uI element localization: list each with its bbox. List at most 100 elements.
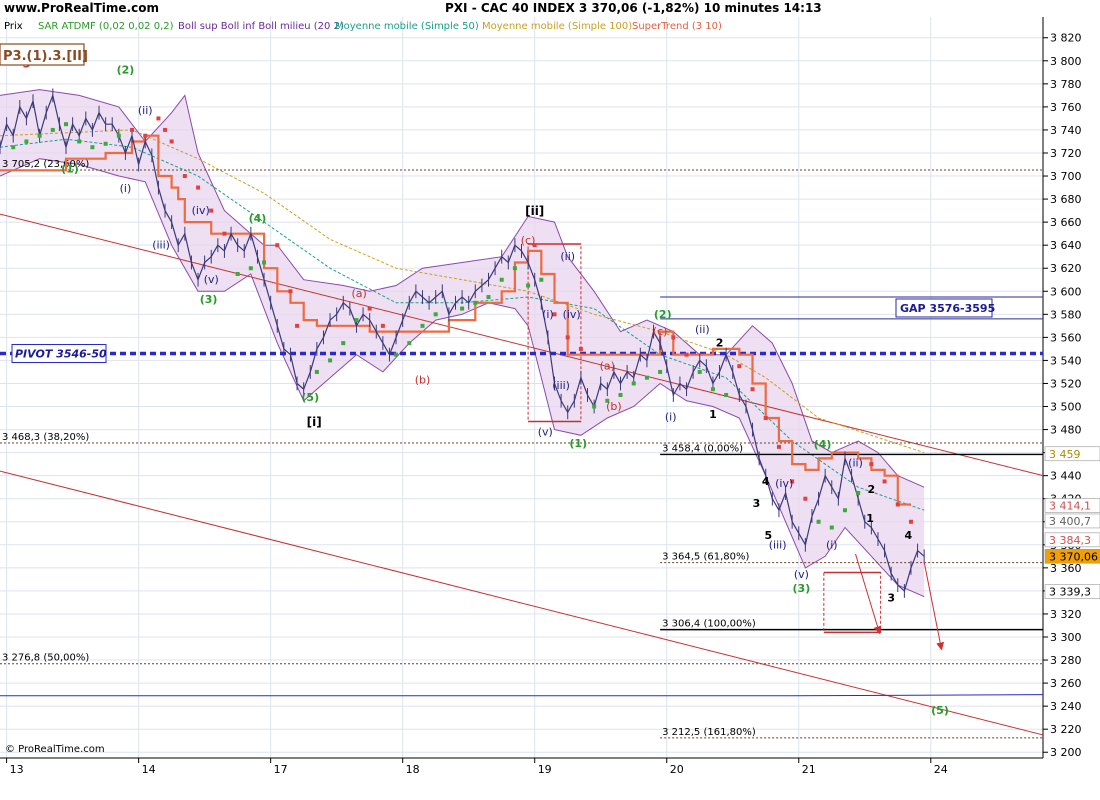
fib-level-label: 3 212,5 (161,80%) (662, 727, 756, 738)
sar-dot (895, 502, 900, 507)
fib-level-label: 3 306,4 (100,00%) (662, 619, 756, 630)
y-tick-label: 3 620 (1050, 262, 1082, 275)
sar-dot (592, 404, 597, 409)
y-tick-label: 3 800 (1050, 55, 1082, 68)
legend-prix: Prix (4, 21, 23, 32)
wave-label: (a) (351, 287, 366, 300)
y-tick-label: 3 820 (1050, 32, 1082, 45)
wave-label: [ii] (525, 204, 544, 218)
sar-dot (156, 116, 161, 121)
chart-legend: Prix SAR ATDMF (0,02 0,02 0,2) Boll sup Bo… (4, 21, 722, 32)
site-name: www.ProRealTime.com (4, 1, 159, 15)
sar-dot (710, 387, 715, 392)
sar-dot (143, 133, 148, 138)
sar-dot (486, 295, 491, 300)
price-tag-label: 3 414,1 (1049, 500, 1091, 513)
fib-level-label: 3 276,8 (50,00%) (2, 653, 89, 664)
x-tick-label: 13 (10, 763, 24, 776)
sar-dot (618, 392, 623, 397)
x-tick-label: 17 (274, 763, 288, 776)
y-tick-label: 3 200 (1050, 746, 1082, 759)
wave-label: 4 (762, 475, 770, 488)
y-tick-label: 3 240 (1050, 700, 1082, 713)
sar-dot (882, 479, 887, 484)
sar-dot (407, 341, 412, 346)
wave-label: (i) (826, 538, 838, 551)
sar-dot (24, 139, 29, 144)
sar-dot (328, 358, 333, 363)
wave-label: 3 (753, 497, 761, 510)
y-tick-label: 3 680 (1050, 193, 1082, 206)
fib-level-label: 3 468,3 (38,20%) (2, 432, 89, 443)
x-tick-label: 20 (670, 763, 684, 776)
sar-dot (37, 133, 42, 138)
y-tick-label: 3 660 (1050, 216, 1082, 229)
sar-dot (460, 306, 465, 311)
x-tick-label: 24 (934, 763, 948, 776)
legend-item: Moyenne mobile (Simple 50) (335, 21, 479, 32)
legend-item: SAR ATDMF (0,02 0,02 0,2) (38, 21, 174, 32)
sar-dot (908, 519, 913, 524)
wave-label: (ii) (695, 323, 710, 336)
price-chart[interactable]: 3 2003 2203 2403 2603 2803 3003 3203 340… (0, 17, 1100, 800)
wave-label: 2 (716, 337, 724, 350)
sar-dot (11, 145, 16, 150)
y-tick-label: 3 220 (1050, 723, 1082, 736)
x-tick-label: 21 (802, 763, 816, 776)
y-tick-label: 3 440 (1050, 470, 1082, 483)
y-tick-label: 3 500 (1050, 401, 1082, 414)
wave-label: (v) (538, 425, 553, 438)
wave-label: (iii) (152, 239, 170, 252)
sar-dot (235, 271, 240, 276)
sar-dot (526, 283, 531, 288)
sar-dot (803, 496, 808, 501)
wave-label: (b) (606, 400, 622, 413)
sar-dot (644, 375, 649, 380)
sar-dot (77, 139, 82, 144)
sar-dot (420, 323, 425, 328)
sar-dot (341, 341, 346, 346)
sar-dot (816, 519, 821, 524)
wave-label: (2) (117, 63, 135, 76)
y-tick-label: 3 320 (1050, 608, 1082, 621)
sar-dot (90, 145, 95, 150)
wave-label: 1 (866, 512, 874, 525)
price-tag-label: 3 384,3 (1049, 534, 1091, 547)
legend-item: Moyenne mobile (Simple 100) (482, 21, 632, 32)
x-tick-label: 14 (142, 763, 156, 776)
y-tick-label: 3 360 (1050, 562, 1082, 575)
wave-label: (5) (931, 704, 949, 717)
price-tag-label: 3 370,06 (1049, 550, 1098, 563)
sar-dot (658, 369, 663, 374)
sar-dot (869, 462, 874, 467)
wave-label: (iv) (775, 477, 793, 490)
y-tick-label: 3 300 (1050, 631, 1082, 644)
wave-label: (v) (794, 568, 809, 581)
wave-label: (c) (521, 234, 536, 247)
wave-label: (ii) (138, 104, 153, 117)
wave-label: (3) (793, 582, 811, 595)
sar-dot (697, 369, 702, 374)
sar-dot (737, 364, 742, 369)
y-tick-label: 3 720 (1050, 147, 1082, 160)
wave-label: (1) (61, 163, 79, 176)
wave-label: (3) (200, 293, 218, 306)
sar-dot (829, 525, 834, 530)
sar-dot (275, 243, 280, 248)
wave-label: 2 (868, 483, 876, 496)
fib-level-label: 3 364,5 (61,80%) (662, 552, 749, 563)
sar-dot (380, 323, 385, 328)
sar-dot (262, 260, 267, 265)
sar-dot (684, 352, 689, 357)
wave-label: (iii) (769, 538, 787, 551)
price-tag-label: 3 400,7 (1049, 515, 1091, 528)
sar-dot (750, 387, 755, 392)
wave-label: 4 (905, 529, 913, 542)
chart-header: www.ProRealTime.com PXI - CAC 40 INDEX 3… (0, 0, 1100, 17)
sar-dot (512, 266, 517, 271)
gap-text: GAP 3576-3595 (900, 302, 995, 315)
sar-dot (578, 346, 583, 351)
sar-dot (842, 508, 847, 513)
wave-label: 3 (887, 591, 895, 604)
sar-dot (130, 127, 135, 132)
